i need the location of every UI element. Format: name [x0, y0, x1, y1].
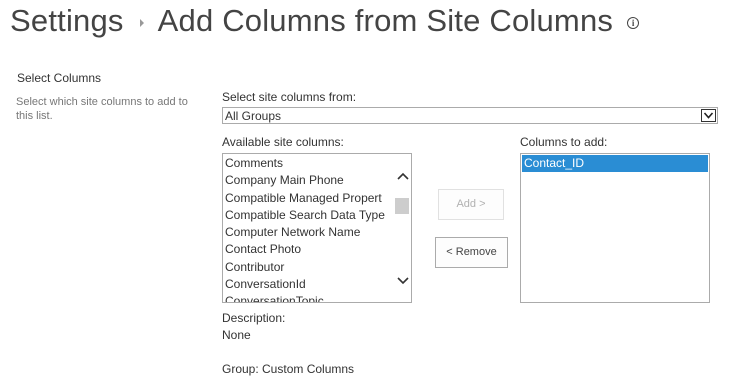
available-columns-listbox[interactable]: Comments Company Main Phone Compatible M… — [222, 153, 412, 303]
list-item[interactable]: Contact_ID — [522, 155, 708, 173]
remove-button[interactable]: < Remove — [435, 237, 508, 268]
scroll-up-icon[interactable] — [397, 172, 409, 180]
description-value: None — [222, 328, 251, 342]
add-button[interactable]: Add > — [438, 189, 504, 220]
columns-to-add-listbox[interactable]: Contact_ID — [520, 153, 710, 303]
group-select[interactable]: All Groups — [222, 107, 718, 124]
list-item[interactable]: Contributor — [223, 259, 395, 276]
breadcrumb-settings-link[interactable]: Settings — [10, 0, 124, 42]
breadcrumb: Settings Add Columns from Site Columns i — [10, 0, 640, 44]
section-description: Select which site columns to add to this… — [16, 96, 188, 122]
available-columns-list: Comments Company Main Phone Compatible M… — [223, 155, 395, 302]
available-columns-scrollbar[interactable] — [394, 154, 411, 302]
description-label: Description: — [222, 311, 286, 325]
list-item[interactable]: Compatible Search Data Type — [223, 207, 395, 224]
group-select-label: Select site columns from: — [222, 90, 357, 104]
columns-to-add-label: Columns to add: — [520, 135, 608, 149]
group-text: Group: Custom Columns — [222, 362, 355, 376]
list-item[interactable]: ConversationTopic — [223, 293, 395, 302]
page-title: Add Columns from Site Columns — [157, 3, 614, 38]
list-item[interactable]: Company Main Phone — [223, 172, 395, 189]
breadcrumb-separator-icon — [139, 19, 144, 27]
chevron-down-icon[interactable] — [701, 109, 716, 122]
list-item[interactable]: Computer Network Name — [223, 224, 395, 241]
list-item[interactable]: Contact Photo — [223, 241, 395, 258]
available-columns-label: Available site columns: — [222, 135, 344, 149]
section-title: Select Columns — [17, 71, 102, 85]
list-item[interactable]: ConversationId — [223, 276, 395, 293]
columns-to-add-list: Contact_ID — [522, 155, 708, 173]
info-icon[interactable]: i — [627, 17, 640, 29]
list-item[interactable]: Comments — [223, 155, 395, 172]
scroll-down-icon[interactable] — [397, 277, 409, 285]
scrollbar-thumb[interactable] — [395, 198, 409, 214]
list-item[interactable]: Compatible Managed Propert — [223, 190, 395, 207]
group-select-value: All Groups — [225, 109, 282, 123]
